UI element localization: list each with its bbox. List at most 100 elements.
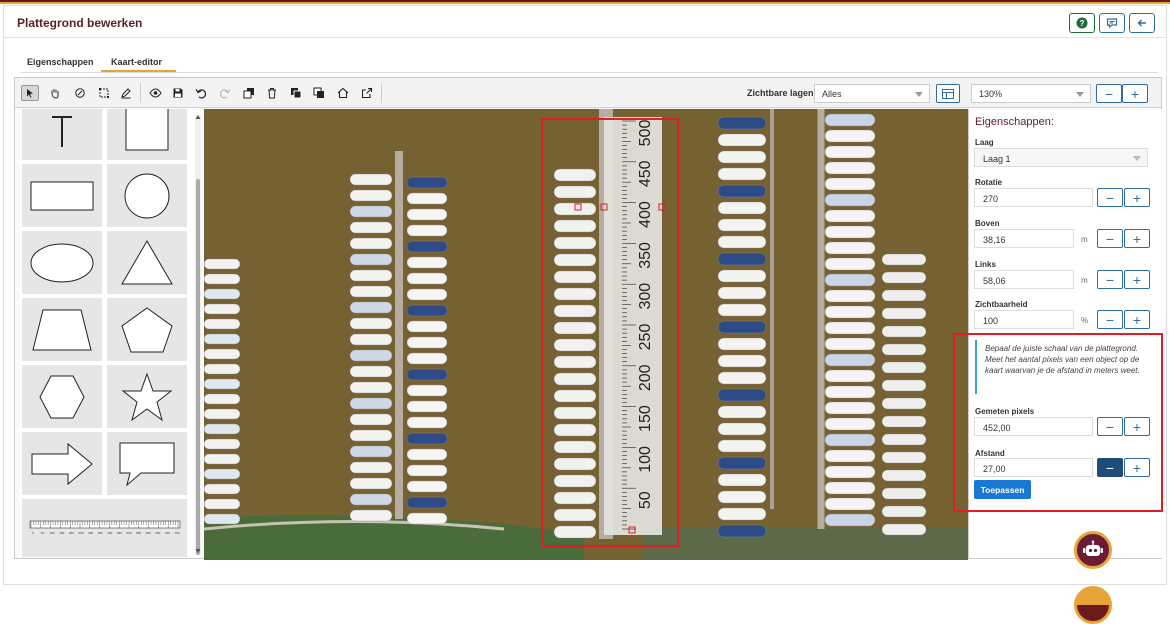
left-input[interactable]: 58,06 [974,270,1074,289]
boat [881,325,927,338]
boat [406,320,448,333]
visible-layers-select[interactable]: Alles [814,84,930,103]
copy-button[interactable] [240,85,258,101]
pan-tool-button[interactable] [46,85,64,101]
select-tool-button[interactable] [21,85,39,101]
top-input[interactable]: 38,16 [974,229,1074,248]
boat [717,371,767,385]
help-button[interactable]: ? [1069,13,1095,33]
toolbar-divider [381,83,382,103]
top-decrease-button[interactable]: − [1097,229,1123,248]
rotation-decrease-button[interactable]: − [1097,188,1123,207]
ruler-highlight-box [541,118,679,547]
shape-text[interactable] [22,109,102,160]
boat [349,445,393,458]
rotation-input[interactable]: 270 [974,188,1093,207]
top-unit: m [1081,235,1088,244]
layer-select[interactable]: Laag 1 [974,148,1148,167]
rotate-tool-button[interactable] [71,85,89,101]
ruler-tick-label: 550 [136,531,141,535]
send-back-button[interactable] [310,85,328,101]
scale-ruler-shape-icon: 0 50 100 150 200 250 300 350 400 450 500 550 600 650 7… [29,520,180,535]
scroll-up-icon[interactable] [195,114,201,120]
top-increase-button[interactable]: + [1124,229,1150,248]
tab-kaart-editor[interactable]: Kaart-editor [111,57,162,67]
boat [406,448,448,461]
zoom-out-button[interactable]: − [1096,84,1122,103]
boat [349,509,393,522]
undo-button[interactable] [192,85,210,101]
save-button[interactable] [169,85,187,101]
boat [824,305,876,319]
palette-scrollbar-thumb[interactable] [196,179,200,555]
draw-tool-button[interactable] [117,85,135,101]
redo-button[interactable] [216,85,234,101]
boat [824,161,876,175]
shape-arrow[interactable] [22,432,102,495]
chatbot-button[interactable] [1074,531,1112,569]
boat [406,368,448,381]
copy-icon [243,88,254,99]
boat [349,237,393,250]
shape-star[interactable] [107,365,187,428]
svg-text:?: ? [1080,19,1085,28]
boat [406,240,448,253]
preview-button[interactable] [146,85,164,101]
back-button[interactable] [1129,13,1155,33]
question-icon: ? [1076,17,1088,29]
boat [406,464,448,477]
layers-toggle-button[interactable] [936,84,960,103]
transform-tool-button[interactable] [95,85,113,101]
boat [881,487,927,500]
shape-trapezoid[interactable] [22,298,102,361]
boat [881,361,927,374]
boat [824,337,876,351]
comment-button[interactable] [1099,13,1125,33]
boat [717,320,767,334]
visibility-increase-button[interactable]: + [1124,310,1150,329]
rotation-value: 270 [983,194,999,204]
circle-shape-icon [124,173,170,218]
zoom-select[interactable]: 130% [971,84,1091,103]
plus-icon: + [1130,85,1140,102]
visibility-decrease-button[interactable]: − [1097,310,1123,329]
boat [824,401,876,415]
palette-scrollbar[interactable] [195,114,201,555]
shape-speech-bubble[interactable] [107,432,187,495]
shape-triangle[interactable] [107,231,187,294]
zoom-in-button[interactable]: + [1122,84,1148,103]
ruler-bar [29,520,180,529]
tab-eigenschappen[interactable]: Eigenschappen [27,57,94,67]
bring-front-button[interactable] [287,85,305,101]
boat [204,333,241,345]
rotation-label: Rotatie [975,178,1003,187]
shape-rectangle[interactable] [22,164,102,227]
boat [406,432,448,445]
shape-ellipse[interactable] [22,231,102,294]
boat [204,378,241,390]
shape-scale-ruler[interactable]: 0 50 100 150 200 250 300 350 400 450 500 550 600 650 7… [22,499,187,557]
shape-square[interactable] [107,109,187,160]
boat [824,369,876,383]
visibility-input[interactable]: 100 [974,310,1074,329]
ruler-tick-label: 0 [32,531,34,535]
rotation-increase-button[interactable]: + [1124,188,1150,207]
boat [717,507,767,521]
minus-icon: − [1105,189,1115,206]
boat [824,273,876,287]
left-decrease-button[interactable]: − [1097,270,1123,289]
boat [717,456,767,470]
minus-icon: − [1105,271,1115,288]
speech-bubble-shape-icon [119,442,175,486]
left-increase-button[interactable]: + [1124,270,1150,289]
boat [406,480,448,493]
export-button[interactable] [358,85,376,101]
delete-button[interactable] [263,85,281,101]
shape-pentagon[interactable] [107,298,187,361]
shape-hexagon[interactable] [22,365,102,428]
shape-circle[interactable] [107,164,187,227]
left-value: 58,06 [983,276,1006,286]
boat [406,352,448,365]
home-button[interactable] [334,85,352,101]
scroll-down-icon[interactable] [195,548,201,554]
